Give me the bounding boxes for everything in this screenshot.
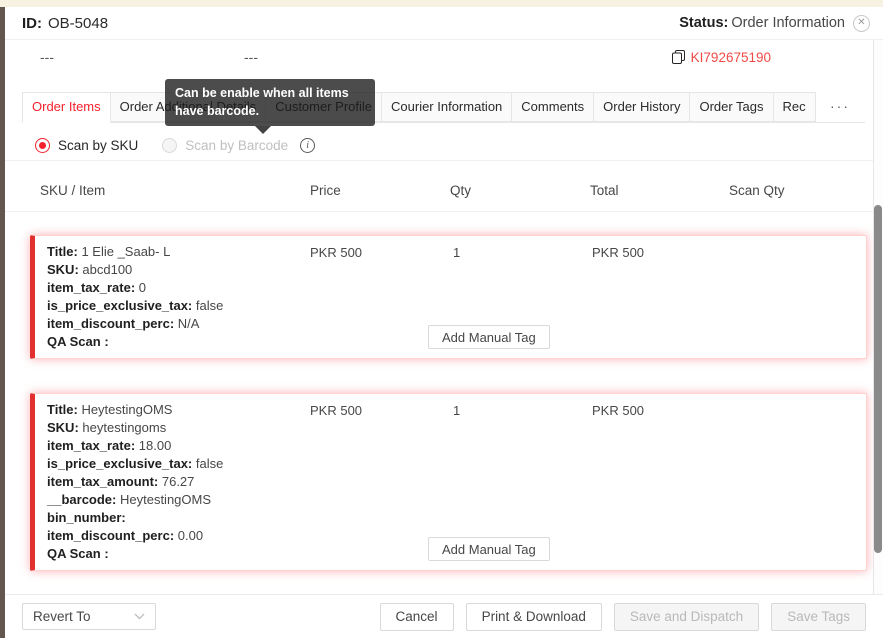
item-field-item-tax-rate: item_tax_rate: 18.00	[47, 438, 172, 453]
save-and-dispatch-button[interactable]: Save and Dispatch	[613, 602, 760, 631]
revert-to-select[interactable]: Revert To	[22, 603, 156, 630]
item-field-is-price-exclusive-tax: is_price_exclusive_tax: false	[47, 456, 224, 471]
order-items-list: Title: 1 Elie _Saab- L SKU: abcd100 item_t…	[5, 235, 883, 571]
divider	[5, 211, 883, 212]
order-modal: ID: OB-5048 Status: Order Information ✕ -…	[5, 7, 883, 638]
meta-row: --- --- KI792675190	[5, 40, 883, 66]
items-table-header: SKU / Item Price Qty Total Scan Qty	[5, 183, 883, 198]
close-icon[interactable]: ✕	[853, 14, 870, 32]
order-id-value: OB-5048	[48, 14, 109, 32]
scan-mode-row: Scan by SKU Scan by Barcode i	[35, 137, 883, 154]
tooltip-arrow-icon	[255, 126, 271, 134]
column-sku-item: SKU / Item	[40, 183, 106, 198]
tracking-number-link[interactable]: KI792675190	[671, 49, 771, 65]
meta-placeholder-left: ---	[40, 49, 54, 65]
scan-by-sku-radio[interactable]: Scan by SKU	[35, 138, 138, 153]
item-total: PKR 500	[592, 245, 645, 260]
status-label: Status:	[679, 15, 729, 31]
tab-rec[interactable]: Rec	[772, 92, 816, 122]
tabs-bar: Order ItemsOrder Additional DetailsCusto…	[22, 79, 865, 134]
item-field-item-tax-rate: item_tax_rate: 0	[47, 280, 146, 295]
scan-by-barcode-radio[interactable]: Scan by Barcode	[162, 138, 288, 153]
item-price: PKR 500	[310, 245, 363, 260]
radio-disabled-icon	[162, 138, 178, 153]
column-scan-qty: Scan Qty	[729, 183, 785, 198]
tab-list: Order ItemsOrder Additional DetailsCusto…	[22, 92, 817, 123]
order-status: Status: Order Information ✕	[679, 14, 870, 32]
order-item-card: Title: HeytestingOMS SKU: heytestingoms it…	[30, 393, 867, 571]
tab-order-items[interactable]: Order Items	[22, 92, 111, 123]
column-qty: Qty	[450, 183, 472, 198]
order-id-label: ID:	[22, 14, 42, 32]
footer-buttons: Cancel Print & Download Save and Dispatc…	[379, 602, 866, 631]
column-total: Total	[590, 183, 619, 198]
cancel-button[interactable]: Cancel	[379, 602, 454, 631]
item-field-barcode: __barcode: HeytestingOMS	[47, 492, 212, 507]
item-field-bin-number: bin_number:	[47, 510, 126, 525]
item-qty: 1	[453, 403, 461, 418]
scan-by-sku-label: Scan by SKU	[58, 138, 139, 153]
info-icon[interactable]: i	[300, 138, 316, 153]
tabs-more-button[interactable]: ···	[830, 98, 850, 114]
order-item-card: Title: 1 Elie _Saab- L SKU: abcd100 item_t…	[30, 235, 867, 359]
barcode-tooltip: Can be enable when all items have barcod…	[165, 79, 375, 134]
scan-by-barcode-label: Scan by Barcode	[185, 138, 289, 153]
item-total: PKR 500	[592, 403, 645, 418]
meta-placeholder-right: ---	[244, 49, 258, 65]
tab-order-history[interactable]: Order History	[593, 92, 691, 122]
scrollbar-thumb[interactable]	[874, 205, 882, 553]
item-field-sku: SKU: abcd100	[47, 262, 133, 277]
tracking-number-text: KI792675190	[690, 49, 771, 65]
copy-icon	[671, 50, 685, 64]
item-qty: 1	[453, 245, 461, 260]
chevron-down-icon	[134, 613, 145, 620]
item-field-is-price-exclusive-tax: is_price_exclusive_tax: false	[47, 298, 224, 313]
add-manual-tag-button[interactable]: Add Manual Tag	[428, 537, 550, 561]
item-field-sku: SKU: heytestingoms	[47, 420, 167, 435]
revert-to-label: Revert To	[33, 609, 91, 624]
modal-footer: Revert To Cancel Print & Download Save a…	[5, 594, 883, 638]
tooltip-text: Can be enable when all items have barcod…	[175, 86, 349, 118]
order-id: ID: OB-5048	[22, 15, 108, 32]
column-price: Price	[310, 183, 341, 198]
status-value: Order Information	[731, 15, 845, 31]
page-top-strip	[0, 0, 883, 7]
print-download-button[interactable]: Print & Download	[465, 602, 602, 631]
tab-courier-information[interactable]: Courier Information	[381, 92, 513, 122]
add-manual-tag-button[interactable]: Add Manual Tag	[428, 325, 550, 349]
save-tags-button[interactable]: Save Tags	[771, 602, 866, 631]
tab-order-tags[interactable]: Order Tags	[689, 92, 774, 122]
tab-comments[interactable]: Comments	[511, 92, 595, 122]
item-price: PKR 500	[310, 403, 363, 418]
modal-header: ID: OB-5048 Status: Order Information ✕	[5, 7, 883, 40]
modal-content: --- --- KI792675190 Order ItemsOrder Add…	[5, 40, 883, 594]
vertical-scrollbar[interactable]	[873, 40, 883, 594]
divider	[5, 160, 883, 161]
item-field-item-tax-amount: item_tax_amount: 76.27	[47, 474, 195, 489]
radio-selected-icon	[35, 138, 50, 153]
